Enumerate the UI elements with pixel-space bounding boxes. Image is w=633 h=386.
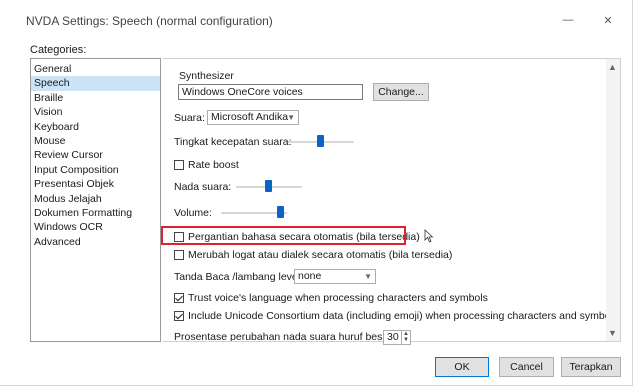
voice-value: Microsoft Andika	[211, 111, 289, 123]
punctuation-value: none	[298, 270, 322, 282]
category-item-keyboard[interactable]: Keyboard	[31, 120, 160, 134]
ok-button[interactable]: OK	[435, 357, 489, 377]
rate-slider-thumb[interactable]	[317, 135, 324, 147]
category-item-review-cursor[interactable]: Review Cursor	[31, 148, 160, 162]
rate-boost-label: Rate boost	[188, 159, 239, 171]
synthesizer-group: Synthesizer Windows OneCore voices Chang…	[174, 67, 434, 103]
category-item-vision[interactable]: Vision	[31, 105, 160, 119]
punctuation-label: Tanda Baca /lambang level:	[174, 271, 303, 283]
volume-label: Volume:	[174, 207, 212, 219]
auto-dialect-label: Merubah logat atau dialek secara otomati…	[188, 249, 453, 261]
cap-pitch-value: 30	[387, 331, 399, 343]
category-item-speech[interactable]: Speech	[31, 76, 160, 91]
category-item-dokumen-formatting[interactable]: Dokumen Formatting	[31, 206, 160, 220]
categories-label: Categories:	[30, 44, 87, 56]
change-synthesizer-button[interactable]: Change...	[373, 83, 429, 101]
synthesizer-group-title: Synthesizer	[179, 70, 234, 82]
cap-pitch-spinbox[interactable]: 30 ▲ ▼	[383, 330, 411, 345]
settings-window: NVDA Settings: Speech (normal configurat…	[0, 0, 633, 386]
close-icon[interactable]: ✕	[598, 14, 618, 28]
cap-pitch-label: Prosentase perubahan nada suara huruf be…	[174, 331, 392, 342]
spin-arrows-icon[interactable]: ▲ ▼	[401, 331, 410, 344]
chevron-down-icon: ▼	[364, 272, 372, 281]
unicode-data-label: Include Unicode Consortium data (includi…	[188, 310, 619, 322]
category-item-modus-jelajah[interactable]: Modus Jelajah	[31, 192, 160, 206]
rate-boost-checkbox[interactable]	[174, 160, 184, 170]
window-title: NVDA Settings: Speech (normal configurat…	[26, 14, 273, 28]
trust-voice-label: Trust voice's language when processing c…	[188, 292, 488, 304]
voice-label: Suara:	[174, 112, 205, 124]
unicode-data-checkbox[interactable]	[174, 311, 184, 321]
highlight-box	[161, 226, 406, 245]
mouse-cursor-icon	[424, 229, 434, 243]
category-item-presentasi-objek[interactable]: Presentasi Objek	[31, 177, 160, 191]
cancel-button[interactable]: Cancel	[499, 357, 554, 377]
punctuation-combobox[interactable]: none ▼	[294, 269, 376, 284]
category-item-advanced[interactable]: Advanced	[31, 235, 160, 249]
volume-slider-thumb[interactable]	[277, 206, 284, 218]
category-item-braille[interactable]: Braille	[31, 91, 160, 105]
category-item-input-composition[interactable]: Input Composition	[31, 163, 160, 177]
panel-scrollbar[interactable]: ▲ ▼	[606, 59, 620, 341]
scroll-down-icon[interactable]: ▼	[608, 328, 617, 338]
apply-button[interactable]: Terapkan	[561, 357, 621, 377]
synthesizer-field[interactable]: Windows OneCore voices	[178, 84, 363, 100]
chevron-down-icon: ▼	[287, 113, 295, 122]
trust-voice-checkbox[interactable]	[174, 293, 184, 303]
category-item-mouse[interactable]: Mouse	[31, 134, 160, 148]
voice-combobox[interactable]: Microsoft Andika ▼	[207, 110, 299, 125]
pitch-label: Nada suara:	[174, 181, 232, 193]
minimize-icon[interactable]: —	[558, 14, 578, 28]
auto-dialect-checkbox[interactable]	[174, 250, 184, 260]
speech-settings-panel: Synthesizer Windows OneCore voices Chang…	[163, 58, 621, 342]
pitch-slider-thumb[interactable]	[265, 180, 272, 192]
rate-label: Tingkat kecepatan suara:	[174, 136, 292, 148]
category-item-general[interactable]: General	[31, 62, 160, 76]
category-item-windows-ocr[interactable]: Windows OCR	[31, 220, 160, 234]
scroll-up-icon[interactable]: ▲	[608, 62, 617, 72]
categories-list[interactable]: General Speech Braille Vision Keyboard Mouse R…	[30, 58, 161, 342]
title-bar: NVDA Settings: Speech (normal configurat…	[0, 0, 633, 36]
